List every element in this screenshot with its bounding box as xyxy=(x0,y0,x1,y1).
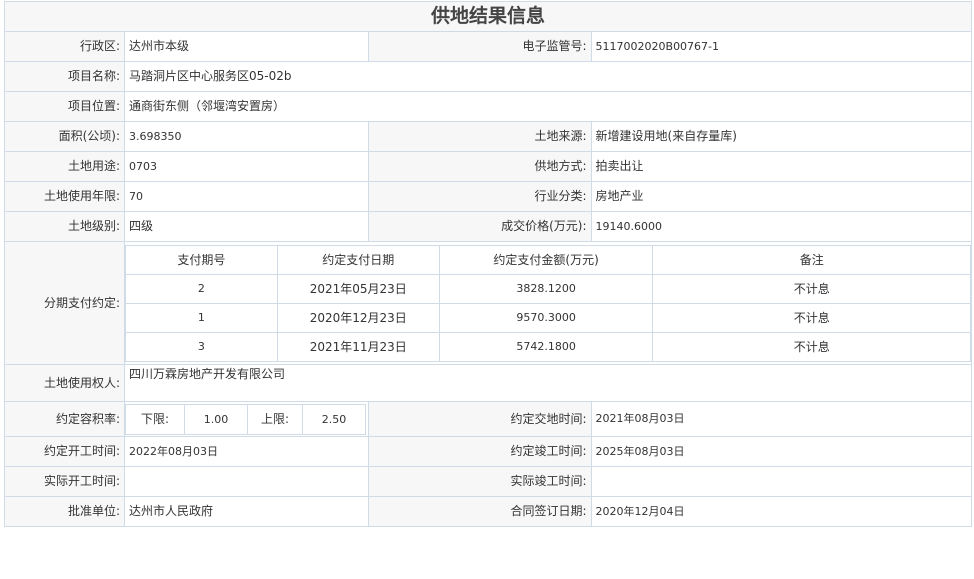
installment-label: 分期支付约定: xyxy=(4,241,125,365)
table-row: 1 2020年12月23日 9570.3000 不计息 xyxy=(125,302,971,333)
supply-method-label: 供地方式: xyxy=(368,151,592,182)
delivery-time-label: 约定交地时间: xyxy=(368,401,592,437)
deal-price-value: 19140.6000 xyxy=(590,211,973,242)
payment-period: 1 xyxy=(125,302,278,333)
admin-region-label: 行政区: xyxy=(4,31,125,62)
start-time-value: 2022年08月03日 xyxy=(123,436,370,467)
approval-unit-label: 批准单位: xyxy=(4,496,125,527)
payment-remark: 不计息 xyxy=(652,273,971,304)
land-user-value: 四川万霖房地产开发有限公司 xyxy=(124,364,972,402)
contract-date-label: 合同签订日期: xyxy=(368,496,592,527)
payment-period: 3 xyxy=(125,331,278,362)
table-row: 3 2021年11月23日 5742.1800 不计息 xyxy=(125,331,971,362)
e-code-value: 5117002020B00767-1 xyxy=(590,31,973,62)
admin-region-value: 达州市本级 xyxy=(123,31,370,62)
payment-remark: 不计息 xyxy=(652,302,971,333)
area-value: 3.698350 xyxy=(123,121,370,152)
supply-method-value: 拍卖出让 xyxy=(590,151,973,182)
land-source-value: 新增建设用地(来自存量库) xyxy=(590,121,973,152)
payment-date: 2020年12月23日 xyxy=(276,302,440,333)
industry-label: 行业分类: xyxy=(368,181,592,212)
project-name-label: 项目名称: xyxy=(4,61,125,92)
far-label: 约定容积率: xyxy=(4,401,125,437)
land-grade-value: 四级 xyxy=(123,211,370,242)
project-location-value: 通商街东侧（邻堰湾安置房） xyxy=(124,91,972,122)
payment-period: 2 xyxy=(125,273,278,304)
page-title: 供地结果信息 xyxy=(4,1,972,32)
finish-time-value: 2025年08月03日 xyxy=(590,436,973,467)
payment-date: 2021年11月23日 xyxy=(276,331,440,362)
project-location-label: 项目位置: xyxy=(4,91,125,122)
payment-schedule-table: 支付期号 约定支付日期 约定支付金额(万元) 备注 2 2021年05月23日 … xyxy=(125,244,971,362)
payment-header-row: 支付期号 约定支付日期 约定支付金额(万元) 备注 xyxy=(125,244,971,275)
use-years-label: 土地使用年限: xyxy=(4,181,125,212)
land-supply-result-panel: 供地结果信息 行政区: 达州市本级 电子监管号: 5117002020B0076… xyxy=(1,1,973,577)
land-grade-label: 土地级别: xyxy=(4,211,125,242)
table-row: 2 2021年05月23日 3828.1200 不计息 xyxy=(125,273,971,304)
deal-price-label: 成交价格(万元): xyxy=(368,211,592,242)
actual-finish-value xyxy=(590,466,973,497)
delivery-time-value: 2021年08月03日 xyxy=(590,401,973,437)
project-name-value: 马踏洞片区中心服务区05-02b xyxy=(124,61,972,92)
contract-date-value: 2020年12月04日 xyxy=(590,496,973,527)
payment-col-period: 支付期号 xyxy=(125,244,278,275)
payment-amount: 3828.1200 xyxy=(438,273,654,304)
industry-value: 房地产业 xyxy=(590,181,973,212)
payment-amount: 5742.1800 xyxy=(438,331,654,362)
actual-start-label: 实际开工时间: xyxy=(4,466,125,497)
e-code-label: 电子监管号: xyxy=(368,31,592,62)
payment-remark: 不计息 xyxy=(652,331,971,362)
land-user-label: 土地使用权人: xyxy=(4,364,125,402)
payment-amount: 9570.3000 xyxy=(438,302,654,333)
land-source-label: 土地来源: xyxy=(368,121,592,152)
start-time-label: 约定开工时间: xyxy=(4,436,125,467)
actual-finish-label: 实际竣工时间: xyxy=(368,466,592,497)
land-use-value: 0703 xyxy=(123,151,370,182)
far-value: 下限: 1.00 上限: 2.50 xyxy=(123,401,370,437)
far-lower-value: 1.00 xyxy=(184,403,248,435)
far-upper-label: 上限: xyxy=(247,403,303,435)
payment-col-amount: 约定支付金额(万元) xyxy=(438,244,654,275)
area-label: 面积(公顷): xyxy=(4,121,125,152)
finish-time-label: 约定竣工时间: xyxy=(368,436,592,467)
far-lower-label: 下限: xyxy=(125,403,185,435)
actual-start-value xyxy=(123,466,370,497)
payment-col-date: 约定支付日期 xyxy=(276,244,440,275)
land-use-label: 土地用途: xyxy=(4,151,125,182)
installment-value: 支付期号 约定支付日期 约定支付金额(万元) 备注 2 2021年05月23日 … xyxy=(124,241,972,365)
approval-unit-value: 达州市人民政府 xyxy=(123,496,370,527)
far-range-table: 下限: 1.00 上限: 2.50 xyxy=(125,403,366,435)
use-years-value: 70 xyxy=(123,181,370,212)
land-supply-table: 供地结果信息 行政区: 达州市本级 电子监管号: 5117002020B0076… xyxy=(4,1,973,527)
payment-col-remark: 备注 xyxy=(652,244,971,275)
far-upper-value: 2.50 xyxy=(302,403,366,435)
payment-date: 2021年05月23日 xyxy=(276,273,440,304)
